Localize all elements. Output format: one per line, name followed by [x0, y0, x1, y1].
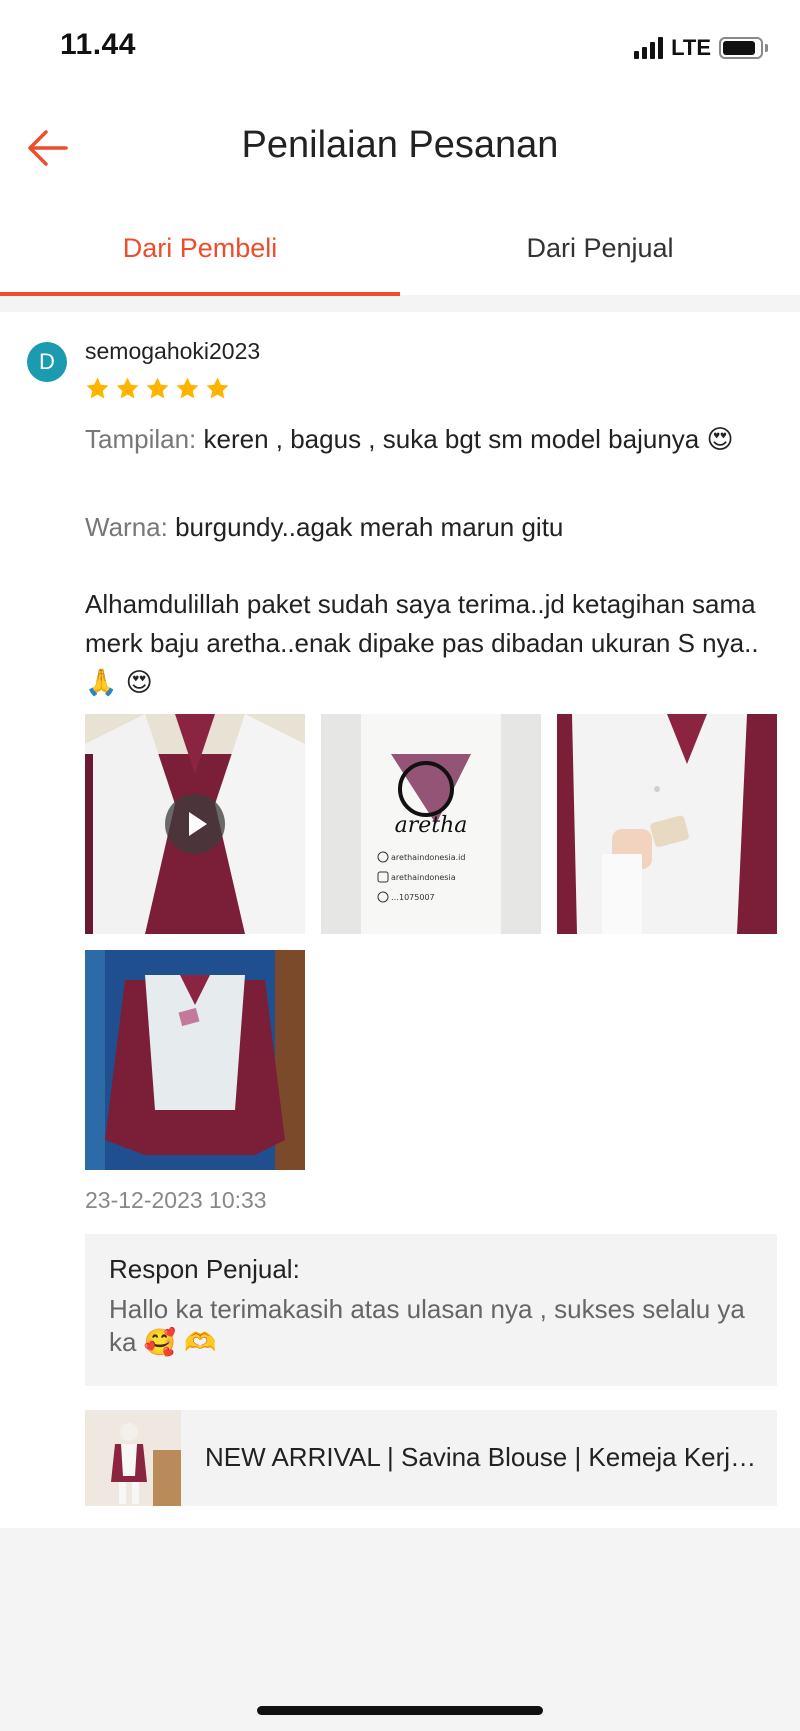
- seller-response-label: Respon Penjual:: [109, 1254, 300, 1284]
- product-link[interactable]: NEW ARRIVAL | Savina Blouse | Kemeja Ker…: [85, 1410, 777, 1506]
- status-time: 11.44: [60, 28, 136, 61]
- active-tab-indicator: [0, 292, 400, 296]
- package-line-instagram: arethaindonesia: [391, 873, 456, 882]
- status-bar: 11.44 LTE: [0, 0, 800, 95]
- warna-text: burgundy..agak merah marun gitu: [175, 512, 564, 542]
- page-title: Penilaian Pesanan: [241, 124, 559, 166]
- package-line-website: arethaindonesia.id: [391, 853, 465, 862]
- tampilan-text: keren , bagus , suka bgt sm model bajuny…: [203, 424, 700, 454]
- signal-icon: [634, 37, 664, 59]
- home-indicator[interactable]: [257, 1706, 543, 1715]
- status-icons: LTE: [634, 34, 768, 62]
- reviewer-username: semogahoki2023: [85, 338, 261, 364]
- star-icon: [116, 377, 139, 399]
- review-attribute-tampilan: Tampilan: keren , bagus , suka bgt sm mo…: [85, 420, 775, 460]
- review-photo-outfit[interactable]: [85, 950, 305, 1170]
- star-icon: [86, 377, 109, 399]
- network-label: LTE: [671, 35, 711, 60]
- package-brand-text: aretha: [395, 813, 468, 838]
- review-attribute-warna: Warna: burgundy..agak merah marun gitu: [85, 508, 775, 547]
- review-body-emoji: 🙏 😍: [85, 668, 153, 698]
- play-icon: [165, 794, 225, 854]
- header: Penilaian Pesanan: [0, 100, 800, 195]
- tab-dari-penjual[interactable]: Dari Penjual: [400, 205, 800, 295]
- star-icon: [206, 377, 229, 399]
- star-icon: [176, 377, 199, 399]
- warna-label: Warna:: [85, 512, 168, 542]
- top-area: 11.44 LTE Penilaian Pesanan Dari Pembeli…: [0, 0, 800, 296]
- star-icon: [146, 377, 169, 399]
- tab-bar: Dari Pembeli Dari Penjual: [0, 205, 800, 296]
- review-timestamp: 23-12-2023 10:33: [85, 1187, 267, 1213]
- avatar: D: [27, 342, 67, 382]
- review-body-text: Alhamdulillah paket sudah saya terima..j…: [85, 589, 759, 658]
- review-photo-tag[interactable]: [557, 714, 777, 934]
- product-name: NEW ARRIVAL | Savina Blouse | Kemeja Ker…: [205, 1442, 765, 1472]
- tampilan-label: Tampilan:: [85, 424, 197, 454]
- seller-response-body: Hallo ka terimakasih atas ulasan nya , s…: [109, 1293, 753, 1360]
- rating-stars: [85, 376, 230, 401]
- review-photo-package[interactable]: aretha arethaindonesia.id arethaindonesi…: [321, 714, 541, 934]
- product-thumbnail: [85, 1410, 181, 1506]
- review-body: Alhamdulillah paket sudah saya terima..j…: [85, 585, 775, 703]
- package-line-phone: …1075007: [391, 893, 435, 902]
- tab-dari-pembeli[interactable]: Dari Pembeli: [0, 205, 400, 295]
- review-card: D semogahoki2023 Tampilan: keren , bagus…: [0, 312, 800, 1528]
- seller-response-emoji: 🥰 🫶: [143, 1328, 217, 1358]
- tampilan-emoji: 😍: [706, 425, 734, 455]
- review-video-thumbnail[interactable]: [85, 714, 305, 934]
- seller-response: Respon Penjual: Hallo ka terimakasih ata…: [85, 1234, 777, 1386]
- battery-icon: [719, 37, 768, 59]
